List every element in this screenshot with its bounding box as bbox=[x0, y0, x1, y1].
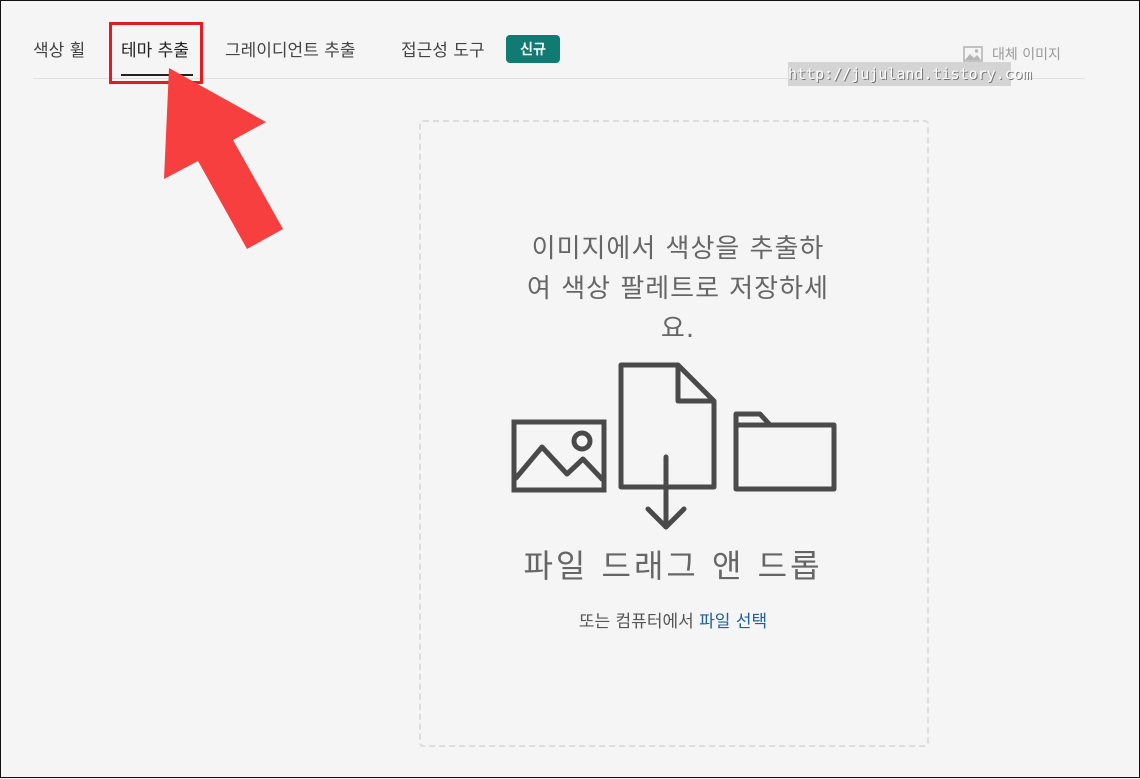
file-select-link[interactable]: 파일 선택 bbox=[699, 612, 767, 632]
intro-line-3: 요. bbox=[660, 314, 696, 344]
intro-line-2: 여 색상 팔레트로 저장하세 bbox=[527, 274, 829, 304]
file-download-icon bbox=[618, 362, 717, 530]
arrow-shape bbox=[164, 68, 283, 249]
file-select-line: 또는 컴퓨터에서 파일 선택 bbox=[461, 607, 885, 632]
alt-image-label: 대체 이미지 bbox=[992, 47, 1061, 63]
image-icon bbox=[963, 46, 983, 62]
tab-gradient-extract[interactable]: 그레이디언트 추출 bbox=[225, 36, 356, 61]
alt-image-indicator: 대체 이미지 bbox=[963, 44, 1061, 64]
new-badge: 신규 bbox=[506, 35, 560, 63]
watermark: http://jujuland.tistory.com bbox=[788, 62, 1032, 86]
callout-highlight-box bbox=[109, 22, 203, 84]
intro-line-1: 이미지에서 색상을 추출하 bbox=[531, 234, 825, 264]
drag-drop-title: 파일 드래그 앤 드롭 bbox=[523, 547, 823, 585]
app-frame: 색상 휠 테마 추출 그레이디언트 추출 접근성 도구 신규 대체 이미지 ht… bbox=[0, 0, 1140, 778]
select-prefix: 또는 컴퓨터에서 bbox=[578, 612, 694, 632]
image-icon bbox=[511, 419, 607, 493]
dropzone-intro: 이미지에서 색상을 추출하 여 색상 팔레트로 저장하세 요. bbox=[508, 229, 848, 349]
tab-color-wheel[interactable]: 색상 휠 bbox=[33, 36, 85, 61]
tab-accessibility-tools[interactable]: 접근성 도구 bbox=[401, 36, 485, 61]
folder-icon bbox=[733, 411, 837, 492]
dropzone-illustration bbox=[511, 362, 837, 530]
